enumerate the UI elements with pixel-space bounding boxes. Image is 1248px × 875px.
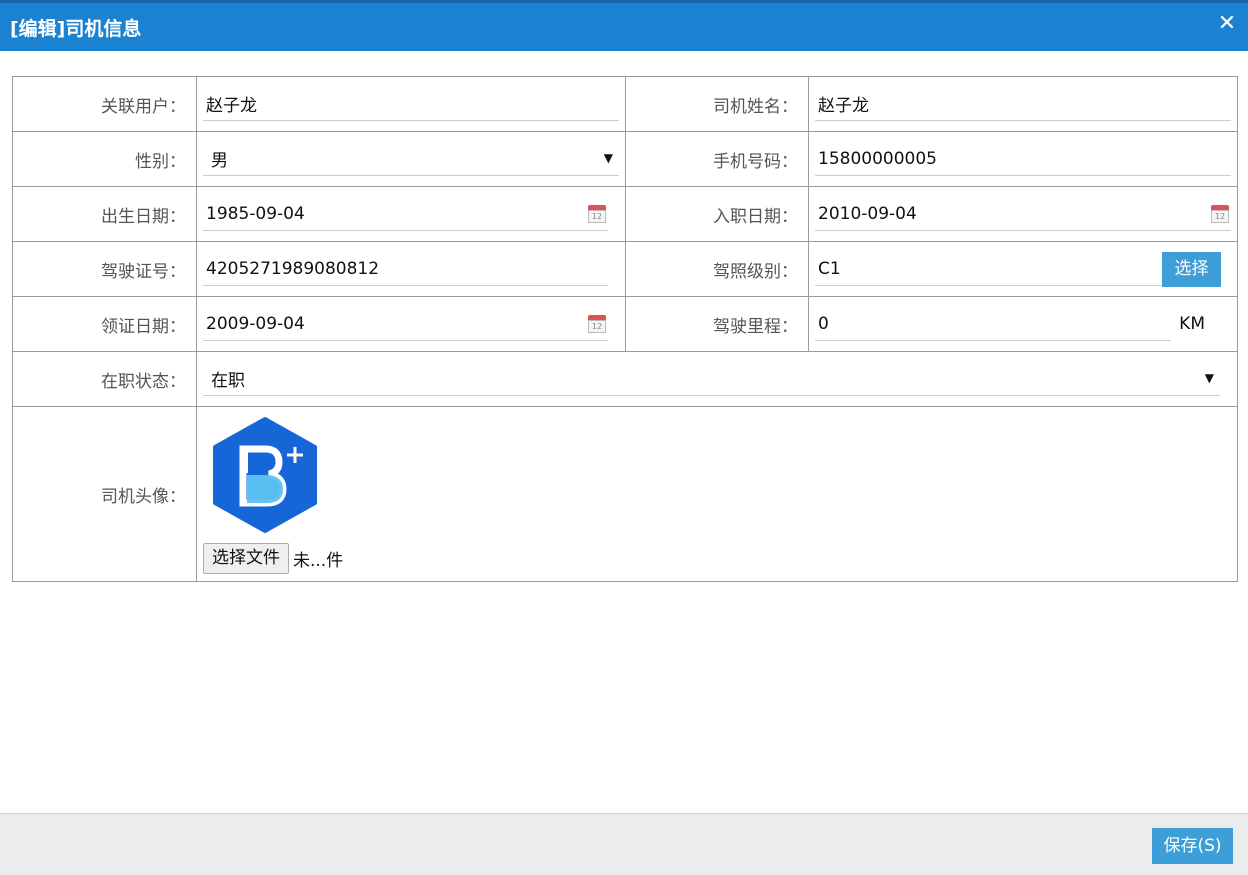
- linked-user-input[interactable]: 赵子龙: [203, 87, 619, 121]
- driver-name-input[interactable]: 赵子龙: [815, 87, 1231, 121]
- birth-date-value: 1985-09-04: [206, 203, 305, 224]
- status-select-value: 在职: [211, 371, 245, 391]
- linked-user-cell: 赵子龙: [196, 76, 626, 132]
- avatar-cell: 选择文件 未...件: [196, 406, 1238, 582]
- hire-date-cell: 2010-09-04 12: [808, 186, 1238, 242]
- dialog-title: [编辑]司机信息: [10, 18, 142, 40]
- choose-file-button[interactable]: 选择文件: [203, 543, 289, 574]
- close-icon[interactable]: ✕: [1216, 12, 1238, 36]
- phone-input[interactable]: 15800000005: [815, 142, 1231, 176]
- driver-name-label: 司机姓名：: [625, 76, 809, 132]
- form-row: 关联用户： 赵子龙 司机姓名： 赵子龙: [12, 76, 1238, 132]
- titlebar-top-border: [0, 0, 1248, 3]
- status-label: 在职状态：: [12, 351, 197, 407]
- mileage-label: 驾驶里程：: [625, 296, 809, 352]
- avatar-label: 司机头像：: [12, 406, 197, 582]
- status-cell: 在职 ▼: [196, 351, 1238, 407]
- file-picker: 选择文件 未...件: [203, 543, 343, 574]
- save-button[interactable]: 保存(S): [1152, 828, 1233, 864]
- gender-select-value: 男: [211, 151, 228, 171]
- birth-date-cell: 1985-09-04 12: [196, 186, 626, 242]
- driver-name-cell: 赵子龙: [808, 76, 1238, 132]
- driver-form-table: 关联用户： 赵子龙 司机姓名： 赵子龙 性别： 男 ▼ 手机号码： 158000…: [12, 76, 1238, 582]
- license-class-input[interactable]: C1: [815, 252, 1171, 286]
- chevron-down-icon: ▼: [1204, 371, 1214, 385]
- birth-date-label: 出生日期：: [12, 186, 197, 242]
- status-select[interactable]: 在职 ▼: [203, 362, 1220, 396]
- dialog-titlebar: [编辑]司机信息 ✕: [0, 0, 1248, 51]
- edit-driver-dialog: [编辑]司机信息 ✕ 关联用户： 赵子龙 司机姓名： 赵子龙 性别： 男 ▼ 手…: [0, 0, 1248, 875]
- avatar-image: [213, 417, 317, 533]
- gender-select[interactable]: 男 ▼: [203, 142, 619, 176]
- mileage-unit: KM: [1179, 314, 1205, 334]
- issue-date-value: 2009-09-04: [206, 313, 305, 334]
- chevron-down-icon: ▼: [603, 151, 613, 165]
- birth-date-input[interactable]: 1985-09-04 12: [203, 197, 608, 231]
- calendar-icon[interactable]: 12: [588, 205, 606, 223]
- mileage-input[interactable]: 0: [815, 307, 1171, 341]
- issue-date-label: 领证日期：: [12, 296, 197, 352]
- hire-date-value: 2010-09-04: [818, 203, 917, 224]
- phone-cell: 15800000005: [808, 131, 1238, 187]
- mileage-cell: 0 KM: [808, 296, 1238, 352]
- calendar-icon[interactable]: 12: [588, 315, 606, 333]
- form-row: 出生日期： 1985-09-04 12 入职日期： 2010-09-04 12: [12, 186, 1238, 242]
- phone-label: 手机号码：: [625, 131, 809, 187]
- issue-date-cell: 2009-09-04 12: [196, 296, 626, 352]
- linked-user-label: 关联用户：: [12, 76, 197, 132]
- form-row: 司机头像： 选择文件 未...件: [12, 406, 1238, 582]
- issue-date-input[interactable]: 2009-09-04 12: [203, 307, 608, 341]
- form-row: 性别： 男 ▼ 手机号码： 15800000005: [12, 131, 1238, 187]
- hire-date-input[interactable]: 2010-09-04 12: [815, 197, 1231, 231]
- license-no-cell: 4205271989080812: [196, 241, 626, 297]
- form-row: 领证日期： 2009-09-04 12 驾驶里程： 0 KM: [12, 296, 1238, 352]
- hire-date-label: 入职日期：: [625, 186, 809, 242]
- license-no-label: 驾驶证号：: [12, 241, 197, 297]
- license-class-label: 驾照级别：: [625, 241, 809, 297]
- license-class-cell: C1 选择: [808, 241, 1238, 297]
- license-no-input[interactable]: 4205271989080812: [203, 252, 608, 286]
- choose-license-class-button[interactable]: 选择: [1162, 252, 1221, 287]
- form-row: 在职状态： 在职 ▼: [12, 351, 1238, 407]
- gender-label: 性别：: [12, 131, 197, 187]
- form-row: 驾驶证号： 4205271989080812 驾照级别： C1 选择: [12, 241, 1238, 297]
- calendar-icon[interactable]: 12: [1211, 205, 1229, 223]
- gender-cell: 男 ▼: [196, 131, 626, 187]
- dialog-footer: 保存(S): [0, 813, 1248, 875]
- file-name-text: 未...件: [293, 551, 344, 571]
